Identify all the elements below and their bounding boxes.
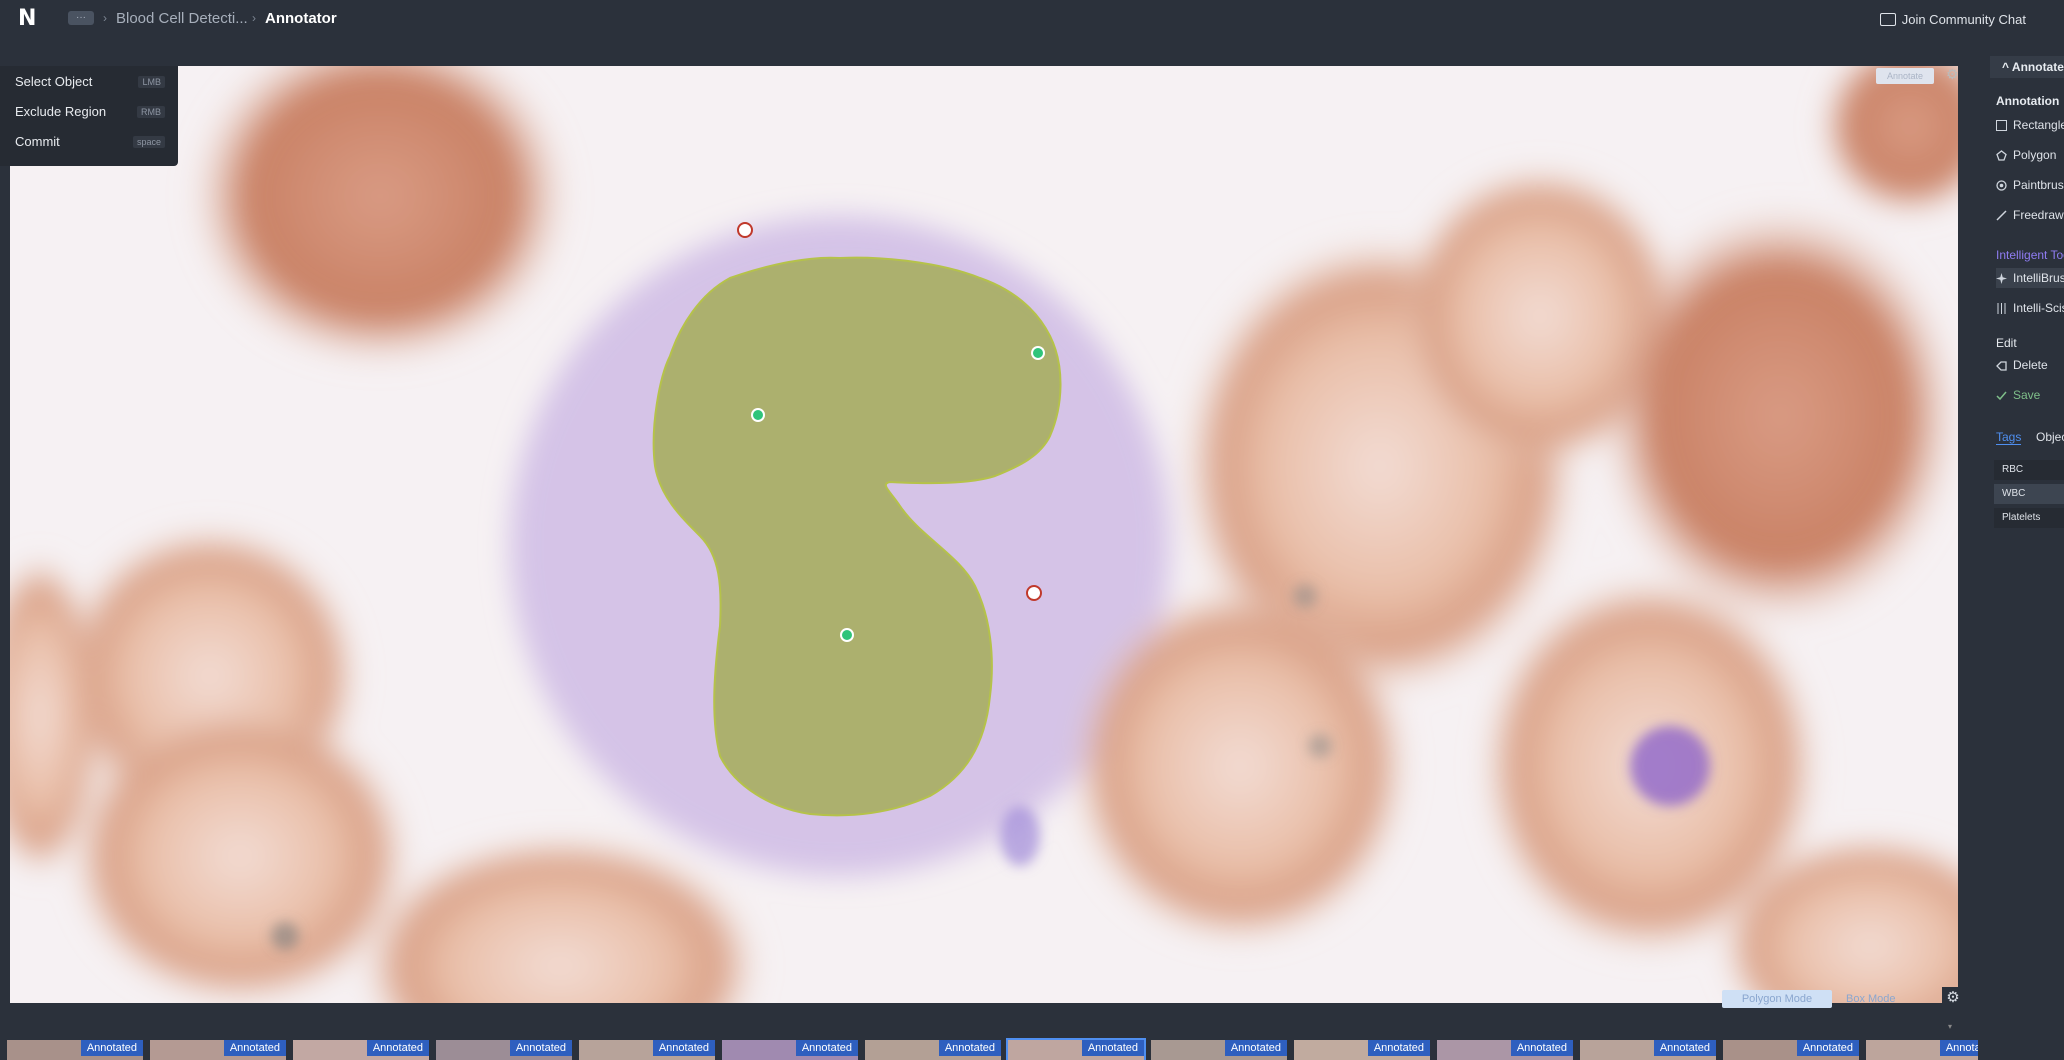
tag-item-wbc[interactable]: WBC — [1994, 484, 2064, 504]
chevron-down-icon[interactable]: ▾ — [1948, 1022, 1958, 1031]
tool-label: Delete — [2013, 358, 2048, 372]
breadcrumb-current: Annotator — [265, 10, 337, 27]
annotated-badge: Annotated — [366, 1040, 429, 1056]
tool-paintbrush[interactable]: Paintbrush — [1996, 175, 2064, 195]
app-logo[interactable]: N — [18, 8, 40, 30]
thumbnail[interactable]: Annotated — [7, 1040, 143, 1060]
chat-icon — [1879, 12, 1896, 26]
polygon-mode-button[interactable]: Polygon Mode — [1722, 990, 1832, 1008]
box-mode-button[interactable]: Box Mode — [1846, 990, 1931, 1008]
tool-label: Save — [2013, 388, 2041, 402]
sliders-icon — [1996, 302, 2007, 314]
tool-intellibrush[interactable]: IntelliBrush — [1996, 268, 2064, 288]
shortcut-label: Commit — [15, 134, 60, 149]
save-button[interactable]: Save — [1996, 385, 2064, 405]
panel-header-label: Annotate — [2011, 60, 2064, 74]
shortcut-panel: Select Object LMB Exclude Region RMB Com… — [0, 66, 178, 166]
annotated-badge: Annotated — [652, 1040, 715, 1056]
breadcrumb-more-button[interactable]: ··· — [68, 11, 94, 25]
thumbnail[interactable]: Annotated — [1437, 1040, 1573, 1060]
image-filmstrip: Annotated Annotated Annotated Annotated Anno… — [0, 1030, 1978, 1060]
annotated-badge: Annotated — [1081, 1040, 1144, 1056]
top-bar: N ··· › Blood Cell Detecti... › Annotato… — [0, 0, 2064, 38]
tool-label: Polygon — [2013, 148, 2057, 162]
check-icon — [1996, 390, 2007, 401]
freedraw-icon — [1996, 209, 2007, 221]
tool-intelli-scissors[interactable]: Intelli-Scissors — [1996, 298, 2064, 318]
panel-header[interactable]: ^ Annotate — [1990, 56, 2064, 78]
tool-label: Freedraw — [2013, 208, 2064, 222]
annotated-badge: Annotated — [509, 1040, 572, 1056]
tool-freedraw[interactable]: Freedraw — [1996, 205, 2064, 225]
join-community-chat-label: Join Community Chat — [1901, 11, 2026, 27]
thumbnail[interactable]: Annotated — [579, 1040, 715, 1060]
thumbnail[interactable]: Annotated — [1866, 1040, 1978, 1060]
thumbnail[interactable]: Annotated — [1723, 1040, 1859, 1060]
chevron-up-icon: ^ — [2002, 60, 2012, 74]
annotated-badge: Annotated — [1367, 1040, 1430, 1056]
rectangle-icon — [1996, 119, 2007, 131]
breadcrumb-separator: › — [252, 11, 256, 25]
annotated-badge: Annotated — [1939, 1040, 1978, 1056]
annotated-badge: Annotated — [1224, 1040, 1287, 1056]
tool-label: Rectangle — [2013, 118, 2064, 132]
thumbnail[interactable]: Annotated — [1580, 1040, 1716, 1060]
canvas-mode-tag: Annotate — [1876, 68, 1934, 84]
shortcut-key: LMB — [138, 76, 165, 88]
delete-icon — [1996, 360, 2007, 371]
shortcut-key: space — [132, 136, 165, 148]
panel-tabs: Tags Objects — [1996, 430, 2064, 448]
shortcut-key: RMB — [137, 106, 165, 118]
intelligent-tools-section-title: Intelligent Tools — [1996, 248, 2064, 262]
breadcrumb-separator: › — [103, 11, 107, 25]
edit-section-title: Edit — [1996, 336, 2017, 350]
breadcrumb-project[interactable]: Blood Cell Detecti... — [116, 10, 248, 27]
tool-label: Paintbrush — [2013, 178, 2064, 192]
sparkle-icon — [1996, 272, 2007, 284]
shortcut-exclude-region: Exclude Region RMB — [15, 104, 165, 124]
tab-tags[interactable]: Tags — [1996, 430, 2022, 445]
shortcut-commit: Commit space — [15, 134, 165, 154]
tag-item-rbc[interactable]: RBC — [1994, 460, 2064, 480]
thumbnail[interactable]: Annotated — [722, 1040, 858, 1060]
annotated-badge: Annotated — [795, 1040, 858, 1056]
tag-item-platelets[interactable]: Platelets — [1994, 508, 2064, 528]
annotated-badge: Annotated — [223, 1040, 286, 1056]
annotated-badge: Annotated — [1653, 1040, 1716, 1056]
delete-button[interactable]: Delete — [1996, 355, 2064, 375]
thumbnail[interactable]: Annotated — [865, 1040, 1001, 1060]
annotated-badge: Annotated — [80, 1040, 143, 1056]
tool-rectangle[interactable]: Rectangle — [1996, 115, 2064, 135]
thumbnail[interactable]: Annotated — [1151, 1040, 1287, 1060]
annotation-section-title: Annotation — [1996, 94, 2060, 108]
thumbnail[interactable]: Annotated — [436, 1040, 572, 1060]
polygon-icon — [1996, 149, 2007, 161]
shortcut-label: Select Object — [15, 74, 93, 89]
shortcut-select-object: Select Object LMB — [15, 74, 165, 94]
thumbnail[interactable]: Annotated — [1006, 1038, 1146, 1060]
annotated-badge: Annotated — [1510, 1040, 1573, 1056]
annotation-canvas[interactable] — [10, 66, 1958, 1003]
thumbnail[interactable]: Annotated — [293, 1040, 429, 1060]
canvas-options-icon[interactable]: ⚙ — [1946, 66, 1964, 84]
join-community-chat-button[interactable]: Join Community Chat — [1879, 8, 2026, 30]
annotated-badge: Annotated — [1796, 1040, 1859, 1056]
thumbnail[interactable]: Annotated — [150, 1040, 286, 1060]
annotated-badge: Annotated — [938, 1040, 1001, 1056]
right-panel: ^ Annotate Annotation Rectangle Polygon … — [1978, 50, 2064, 1060]
settings-gear-icon[interactable]: ⚙ — [1942, 987, 1964, 1009]
tab-objects[interactable]: Objects — [2036, 430, 2064, 444]
paintbrush-icon — [1996, 179, 2007, 191]
tool-label: Intelli-Scissors — [2013, 301, 2064, 315]
tool-label: IntelliBrush — [2013, 271, 2064, 285]
tool-polygon[interactable]: Polygon — [1996, 145, 2064, 165]
microscope-image — [10, 66, 1958, 1003]
shortcut-label: Exclude Region — [15, 104, 107, 119]
thumbnail[interactable]: Annotated — [1294, 1040, 1430, 1060]
